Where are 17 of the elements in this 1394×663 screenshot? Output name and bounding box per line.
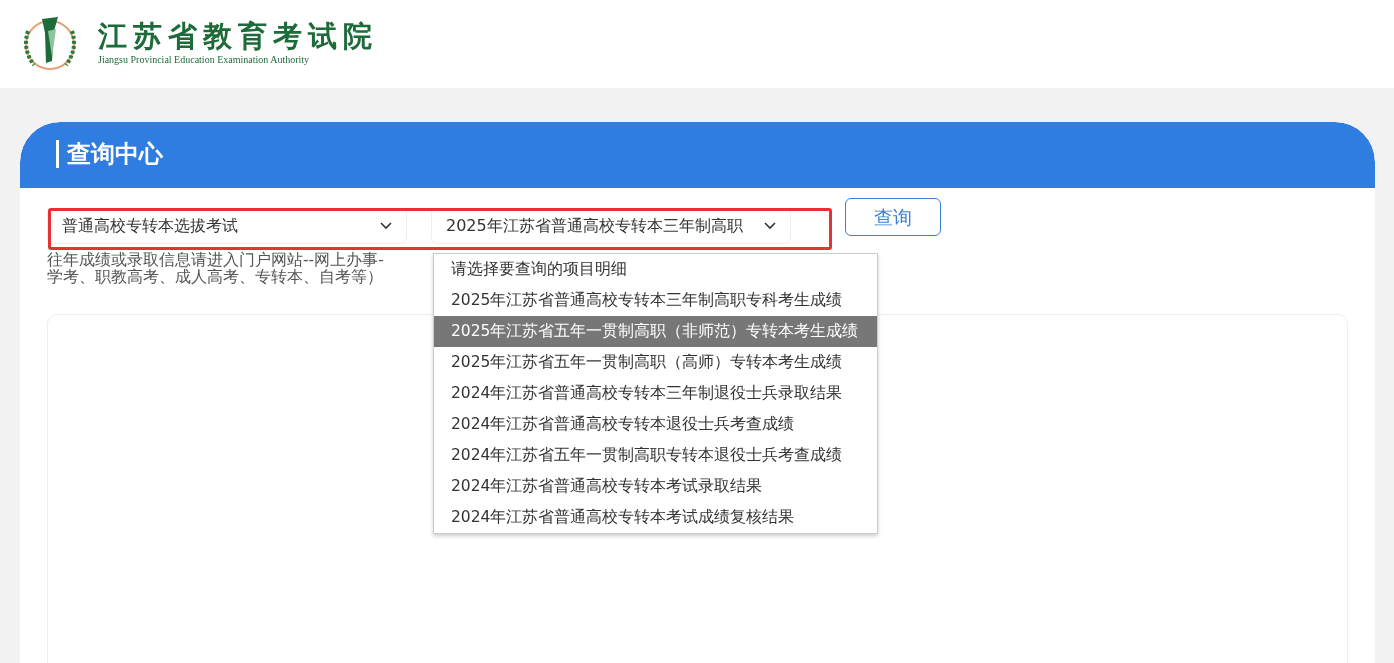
dropdown-option[interactable]: 2024年江苏省普通高校专转本三年制退役士兵录取结果 — [434, 378, 877, 409]
dropdown-option[interactable]: 2025年江苏省普通高校专转本三年制高职专科考生成绩 — [434, 285, 877, 316]
chevron-icon — [764, 222, 776, 230]
dropdown-option[interactable]: 请选择要查询的项目明细 — [434, 254, 877, 285]
site-subtitle: Jiangsu Provincial Education Examination Authority — [98, 53, 311, 68]
dropdown-option[interactable]: 2025年江苏省五年一贯制高职（非师范）专转本考生成绩 — [434, 316, 877, 347]
panel-title: 查询中心 — [56, 140, 1339, 168]
dropdown-option[interactable]: 2024年江苏省普通高校专转本考试录取结果 — [434, 471, 877, 502]
site-title: 江苏省教育考试院 — [98, 20, 378, 53]
note-text: 学考、职教高考、成人高考、专转本、自考等） — [47, 269, 383, 286]
note-text: 往年成绩或录取信息请进入门户网站--网上办事- — [47, 252, 384, 269]
chevron-icon — [380, 222, 392, 230]
dropdown-option[interactable]: 2024年江苏省普通高校专转本考试成绩复核结果 — [434, 502, 877, 533]
search-button[interactable]: 查询 — [845, 198, 941, 236]
dropdown-option[interactable]: 2025年江苏省五年一贯制高职（高师）专转本考生成绩 — [434, 347, 877, 378]
dropdown-option[interactable]: 2024年江苏省普通高校专转本退役士兵考查成绩 — [434, 409, 877, 440]
dropdown-option[interactable]: 2024年江苏省五年一贯制高职专转本退役士兵考查成绩 — [434, 440, 877, 471]
